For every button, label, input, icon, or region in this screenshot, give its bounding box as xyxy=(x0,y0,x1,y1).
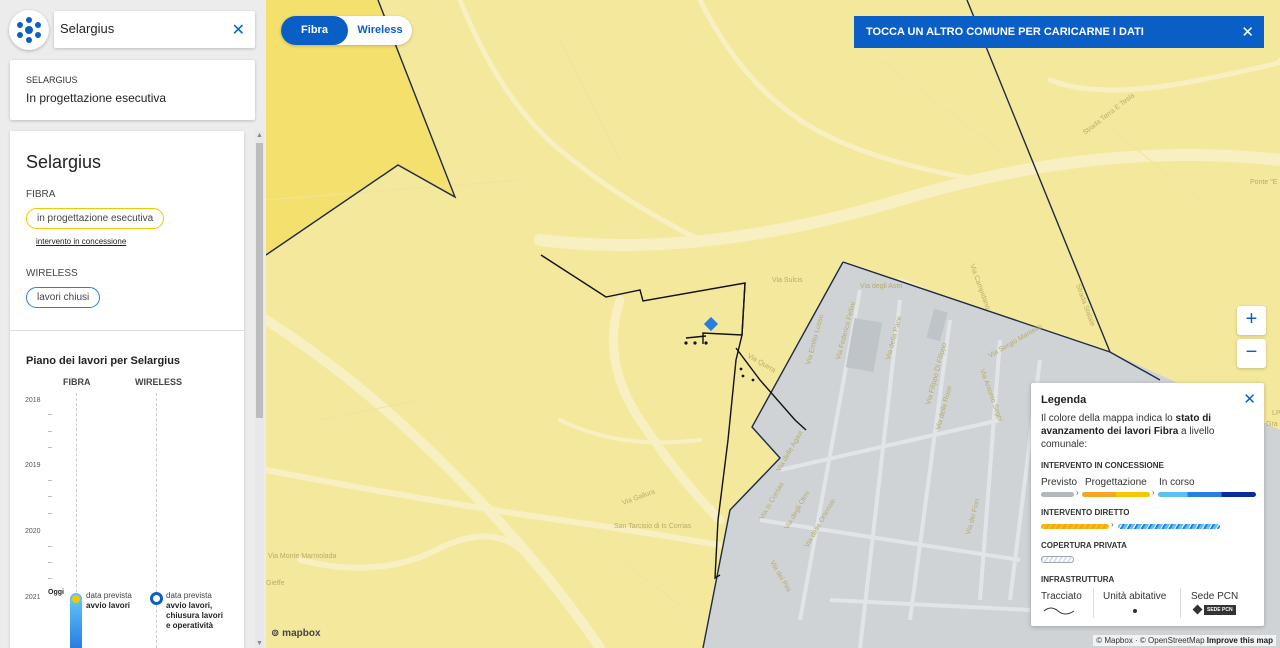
details-panel: Selargius FIBRA in progettazione esecuti… xyxy=(10,131,244,648)
tab-wireless[interactable]: Wireless xyxy=(348,16,412,45)
scrollbar-thumb[interactable] xyxy=(256,143,263,418)
tracciato-icon xyxy=(1043,607,1075,615)
mapbox-logo[interactable]: ⊚ mapbox xyxy=(271,628,321,639)
unita-dot-icon xyxy=(1133,609,1137,613)
app-logo[interactable] xyxy=(9,10,49,50)
status-card: SELARGIUS In progettazione esecutiva xyxy=(10,60,255,120)
svg-text:Ponte "E: Ponte "E xyxy=(1250,179,1278,186)
legend-privata-heading: COPERTURA PRIVATA xyxy=(1041,541,1127,550)
legend-diretto-heading: INTERVENTO DIRETTO xyxy=(1041,508,1130,517)
legend-infrastruttura-heading: INFRASTRUTTURA xyxy=(1041,575,1115,584)
scroll-up-icon[interactable]: ▲ xyxy=(256,132,263,139)
legend-description: Il colore della mappa indica lo stato di… xyxy=(1041,413,1215,450)
fibra-event-dot[interactable] xyxy=(70,593,82,605)
fibra-link[interactable]: intervento in concessione xyxy=(36,237,126,246)
search-input[interactable] xyxy=(60,21,220,36)
legend-progettazione: Progettazione xyxy=(1085,477,1147,488)
mapbox-text: mapbox xyxy=(282,628,321,639)
zoom-in-button[interactable]: + xyxy=(1237,306,1266,335)
close-icon[interactable]: ✕ xyxy=(232,20,245,40)
close-icon[interactable]: ✕ xyxy=(1243,390,1256,408)
sede-badge: SEDE PCN xyxy=(1204,605,1236,615)
legend-unita: Unità abitative xyxy=(1103,591,1167,602)
wireless-label: WIRELESS xyxy=(26,268,78,279)
divider xyxy=(10,330,244,331)
wireless-event-label: data prevista avvio lavori, chiusura lav… xyxy=(166,591,223,630)
timeline-col-fibra: FIBRA xyxy=(63,377,91,387)
improve-map-link[interactable]: Improve this map xyxy=(1207,636,1273,645)
svg-text:Gra: Gra xyxy=(1266,421,1278,428)
legend-tracciato: Tracciato xyxy=(1041,591,1082,602)
logo-icon xyxy=(17,17,41,43)
legend-panel: Legenda ✕ Il colore della mappa indica l… xyxy=(1031,383,1264,626)
svg-text:Via Sulcis: Via Sulcis xyxy=(772,277,803,284)
svg-text:LP: LP xyxy=(1272,410,1280,417)
year-label: 2018 xyxy=(25,397,41,404)
fibra-status-pill: in progettazione esecutiva xyxy=(26,208,165,229)
legend-title: Legenda xyxy=(1041,394,1087,406)
attrib-mapbox[interactable]: © Mapbox xyxy=(1096,636,1133,645)
banner-text: TOCCA UN ALTRO COMUNE PER CARICARNE I DA… xyxy=(866,26,1144,38)
comune-title: Selargius xyxy=(26,152,102,172)
tab-fibra[interactable]: Fibra xyxy=(281,16,348,45)
panel-scrollbar[interactable]: ▲ ▼ xyxy=(255,131,264,648)
svg-text:Via Monte Marmolada: Via Monte Marmolada xyxy=(268,553,336,560)
status-text: In progettazione esecutiva xyxy=(26,91,167,105)
network-toggle: Fibra Wireless xyxy=(281,16,412,45)
plan-title: Piano dei lavori per Selargius xyxy=(26,355,181,367)
wireless-event-dot[interactable] xyxy=(150,592,163,605)
timeline-wireless-axis xyxy=(156,393,157,648)
sidebar: ✕ SELARGIUS In progettazione esecutiva S… xyxy=(0,0,266,648)
svg-text:Gieffe: Gieffe xyxy=(266,580,285,587)
legend-concessione-heading: INTERVENTO IN CONCESSIONE xyxy=(1041,461,1164,470)
zoom-out-button[interactable]: − xyxy=(1237,339,1266,368)
fibra-event-label: data prevista avvio lavori xyxy=(86,591,132,610)
search-box[interactable]: ✕ xyxy=(54,11,255,48)
close-icon[interactable]: ✕ xyxy=(1241,23,1254,41)
wireless-status-pill: lavori chiusi xyxy=(26,287,101,308)
svg-text:Via degli Astri: Via degli Astri xyxy=(860,283,903,290)
legend-sede: Sede PCN xyxy=(1191,591,1239,602)
svg-text:San Tarcisio di Is Corrias: San Tarcisio di Is Corrias xyxy=(614,523,692,530)
fibra-label: FIBRA xyxy=(26,189,56,200)
sede-diamond-icon xyxy=(1192,604,1203,615)
year-label: 2020 xyxy=(25,528,41,535)
status-comune: SELARGIUS xyxy=(26,75,78,85)
timeline-col-wireless: WIRELESS xyxy=(135,377,183,387)
scroll-down-icon[interactable]: ▼ xyxy=(256,640,263,647)
info-banner: TOCCA UN ALTRO COMUNE PER CARICARNE I DA… xyxy=(854,16,1264,48)
map-attribution: © Mapbox · © OpenStreetMap Improve this … xyxy=(1093,635,1276,646)
legend-in-corso: In corso xyxy=(1159,477,1195,488)
fibra-progress-bar xyxy=(70,601,82,648)
year-label: 2019 xyxy=(25,462,41,469)
attrib-osm[interactable]: © OpenStreetMap xyxy=(1140,636,1205,645)
legend-previsto: Previsto xyxy=(1041,477,1078,488)
oggi-label: Oggi xyxy=(48,589,64,596)
year-label: 2021 xyxy=(25,594,41,601)
